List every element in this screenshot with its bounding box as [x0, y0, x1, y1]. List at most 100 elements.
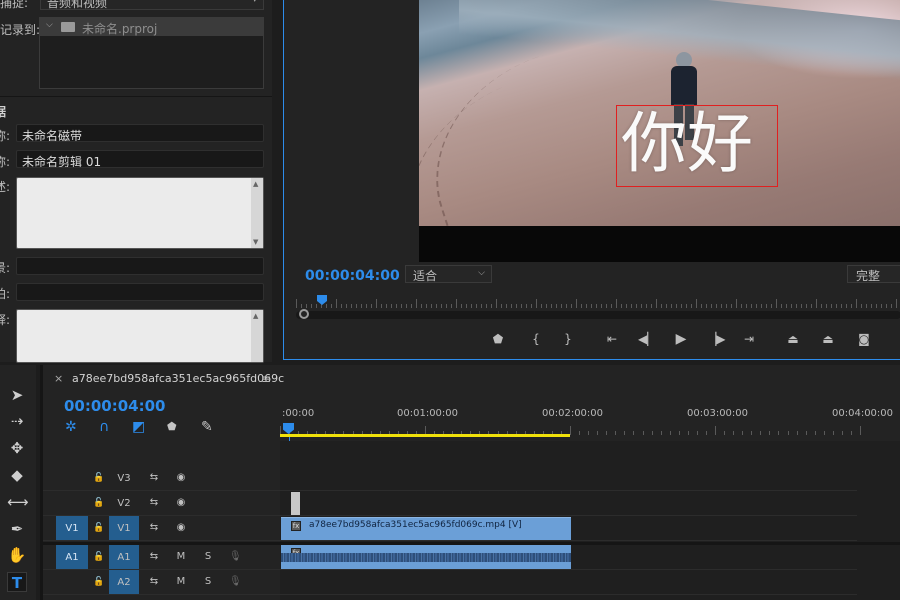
source-patch-v2[interactable] — [56, 491, 88, 516]
toggle-output-eye-icon[interactable]: ◉ — [175, 497, 187, 509]
timeline-timecode[interactable]: 00:00:04:00 — [64, 397, 166, 415]
toggle-output-eye-icon[interactable]: ◉ — [175, 472, 187, 484]
track-name-v1[interactable]: V1 — [109, 516, 139, 541]
slip-tool-icon[interactable]: ⟷ — [7, 492, 29, 512]
log-to-box[interactable]: ⌵ 未命名.prproj — [39, 17, 264, 89]
track-name-a2[interactable]: A2 — [109, 570, 139, 595]
sync-lock-icon[interactable]: ⇆ — [148, 576, 160, 588]
monitor-ruler[interactable] — [296, 294, 900, 308]
ruler-tick — [756, 304, 757, 308]
lock-track-icon[interactable]: 🔓 — [93, 551, 105, 563]
timeline-ruler[interactable]: :00:00 00:01:00:00 00:02:00:00 00:03:00:00 0… — [280, 405, 900, 437]
export-frame-icon[interactable]: ◙ — [855, 331, 873, 347]
extract-icon[interactable]: ⏏ — [819, 331, 837, 347]
mark-out-icon[interactable]: } — [559, 331, 577, 347]
linked-selection-icon[interactable]: ◩ — [132, 419, 145, 435]
notes-scrollbar[interactable]: ▲ — [251, 310, 263, 362]
pen-tool-icon[interactable]: ✒ — [7, 519, 27, 539]
ruler-tick — [676, 304, 677, 308]
mute-track-button[interactable]: M — [175, 576, 187, 588]
solo-track-button[interactable]: S — [202, 576, 214, 588]
go-to-in-icon[interactable]: ⇤ — [603, 331, 621, 347]
lock-track-icon[interactable]: 🔓 — [93, 576, 105, 588]
track-name-a1[interactable]: A1 — [109, 545, 139, 570]
text-overlay-box[interactable]: 你好 — [616, 105, 778, 187]
close-tab-icon[interactable]: × — [54, 372, 63, 385]
track-name-v2[interactable]: V2 — [109, 491, 139, 516]
add-marker-icon[interactable]: ⬟ — [167, 419, 177, 435]
source-patch-v3[interactable] — [56, 466, 88, 491]
step-back-icon[interactable]: ◀▏ — [638, 331, 656, 347]
ruler-tick — [624, 431, 626, 435]
scroll-handle-icon[interactable] — [299, 309, 309, 319]
work-area-bar[interactable] — [280, 434, 570, 437]
voiceover-record-icon[interactable]: 🎙 — [229, 551, 242, 563]
voiceover-record-icon[interactable]: 🎙 — [229, 576, 242, 588]
step-forward-icon[interactable]: ▕▶ — [707, 331, 725, 347]
ruler-tick — [521, 304, 522, 308]
hand-tool-icon[interactable]: ✋ — [7, 545, 27, 565]
sync-lock-icon[interactable]: ⇆ — [148, 522, 160, 534]
add-marker-icon[interactable]: ⬟ — [489, 331, 507, 347]
ruler-tick — [814, 431, 816, 435]
source-patch-v1[interactable]: V1 — [56, 516, 88, 541]
fit-dropdown[interactable]: 适合 ⌵ — [405, 265, 492, 283]
type-tool-icon[interactable]: T — [7, 572, 27, 592]
sync-lock-icon[interactable]: ⇆ — [148, 497, 160, 509]
lock-track-icon[interactable]: 🔓 — [93, 522, 105, 534]
quality-dropdown[interactable]: 完整 — [847, 265, 900, 283]
tab-menu-icon[interactable]: ≡ — [261, 372, 271, 386]
shot-field[interactable] — [16, 283, 264, 301]
capture-dropdown[interactable]: 音频和视频 ▾ — [40, 0, 264, 10]
premiere-workspace: { "project_panel": { "capture_label": "捕… — [0, 0, 900, 600]
program-timecode[interactable]: 00:00:04:00 — [305, 268, 400, 284]
description-scrollbar[interactable]: ▲ ▼ — [251, 178, 263, 248]
snap-icon[interactable]: ∩ — [99, 419, 109, 435]
source-patch-a2[interactable] — [56, 570, 88, 595]
go-to-out-icon[interactable]: ⇥ — [740, 331, 758, 347]
source-patch-a1[interactable]: A1 — [56, 545, 88, 570]
shot-label: 拍: — [0, 287, 11, 301]
log-to-row[interactable]: ⌵ 未命名.prproj — [40, 18, 263, 36]
snap-nest-icon[interactable]: ✲ — [65, 419, 77, 435]
lift-icon[interactable]: ⏏ — [784, 331, 802, 347]
v2-clip[interactable] — [291, 492, 300, 516]
ruler-tick — [551, 304, 552, 308]
track-select-tool-icon[interactable]: ⇢ — [7, 411, 27, 431]
sequence-tab[interactable]: a78ee7bd958afca351ec5ac965fd069c — [72, 372, 284, 385]
description-textarea[interactable]: ▲ ▼ — [16, 177, 264, 249]
text-overlay[interactable]: 你好 — [621, 104, 753, 184]
video-frame[interactable]: 你好 — [419, 0, 900, 226]
clip-name-field[interactable]: 未命名剪辑 01 — [16, 150, 264, 168]
v1-video-clip[interactable]: fx a78ee7bd958afca351ec5ac965fd069c.mp4 … — [281, 517, 571, 541]
track-header-a2: 🔓 A2 ⇆ M S 🎙 — [43, 570, 857, 595]
monitor-scrollbar[interactable] — [296, 309, 900, 319]
ruler-tick — [851, 304, 852, 308]
a1-audio-clip[interactable]: fx — [281, 545, 571, 569]
notes-textarea[interactable]: ▲ — [16, 309, 264, 363]
ruler-tick — [391, 304, 392, 308]
selection-tool-icon[interactable]: ➤ — [7, 385, 27, 405]
razor-tool-icon[interactable]: ◆ — [7, 465, 27, 485]
ruler-tick — [716, 304, 717, 308]
solo-track-button[interactable]: S — [202, 551, 214, 563]
play-icon[interactable]: ▶ — [672, 331, 690, 347]
toggle-output-eye-icon[interactable]: ◉ — [175, 522, 187, 534]
mark-in-icon[interactable]: { — [527, 331, 545, 347]
mute-track-button[interactable]: M — [175, 551, 187, 563]
lock-track-icon[interactable]: 🔓 — [93, 497, 105, 509]
sync-lock-icon[interactable]: ⇆ — [148, 472, 160, 484]
tape-name-field[interactable]: 未命名磁带 — [16, 124, 264, 142]
ruler-tick — [586, 304, 587, 308]
ruler-tick — [671, 304, 672, 308]
scene-field[interactable] — [16, 257, 264, 275]
expand-chevron-icon[interactable]: ⌵ — [46, 20, 53, 30]
lock-track-icon[interactable]: 🔓 — [93, 472, 105, 484]
ruler-tick — [346, 304, 347, 308]
sync-lock-icon[interactable]: ⇆ — [148, 551, 160, 563]
track-name-v3[interactable]: V3 — [109, 466, 139, 491]
ripple-edit-tool-icon[interactable]: ✥ — [7, 438, 27, 458]
ruler-tick — [316, 304, 317, 308]
ruler-tick — [669, 431, 671, 435]
settings-wrench-icon[interactable]: ✎ — [201, 419, 213, 435]
